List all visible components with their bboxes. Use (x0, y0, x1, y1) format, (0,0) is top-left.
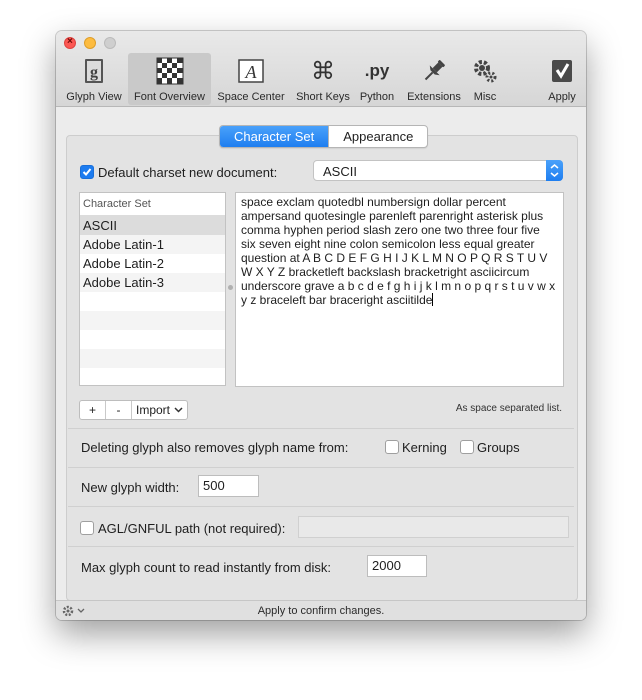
text-caret (432, 293, 434, 306)
charset-select-value: ASCII (323, 164, 357, 179)
python-icon: .py (365, 61, 390, 80)
divider (68, 428, 574, 429)
toolbar-apply[interactable]: Apply (540, 53, 584, 105)
svg-text:g: g (90, 64, 98, 81)
toolbar-glyph-view[interactable]: g Glyph View (60, 53, 128, 105)
chevron-updown-icon (546, 160, 563, 181)
preferences-window: × g Glyph View Font Overview A Space Cen… (56, 31, 586, 620)
list-button-bar: + - Import (79, 400, 189, 420)
checkmark-icon (82, 168, 92, 176)
toolbar-font-overview[interactable]: Font Overview (128, 53, 211, 105)
space-center-icon: A (238, 59, 264, 83)
toolbar-label: Glyph View (66, 91, 122, 103)
list-empty-row (80, 330, 225, 349)
agl-path-checkbox[interactable] (80, 521, 94, 535)
list-empty-row (80, 292, 225, 311)
toolbar-short-keys[interactable]: ⌘ Short Keys (292, 53, 354, 105)
toolbar-label: Short Keys (296, 91, 350, 103)
kerning-checkbox[interactable] (385, 440, 399, 454)
toolbar-label: Misc (473, 91, 497, 103)
toolbar-label: Space Center (217, 91, 285, 103)
textarea-line: underscore grave a b c d e f g h i j k l… (241, 279, 556, 293)
toolbar-misc[interactable]: Misc (464, 53, 506, 105)
divider (68, 467, 574, 468)
add-charset-button[interactable]: + (80, 401, 106, 419)
textarea-line: ampersand quotesingle parenleft parenrig… (241, 209, 544, 223)
agl-path-input[interactable] (298, 516, 569, 538)
charset-list-header: Character Set (80, 193, 225, 216)
toolbar-space-center[interactable]: A Space Center (212, 53, 290, 105)
charset-glyph-names-textarea[interactable]: space exclam quotedbl numbersign dollar … (235, 192, 564, 387)
close-window-button[interactable]: × (64, 36, 76, 49)
textarea-line: comma hyphen period slash zero one two t… (241, 223, 540, 237)
pin-icon (424, 60, 445, 81)
max-glyph-count-input[interactable]: 2000 (367, 555, 427, 577)
charset-list: Character Set ASCII Adobe Latin-1 Adobe … (79, 192, 226, 386)
divider (68, 506, 574, 507)
groups-label: Groups (477, 440, 520, 455)
max-glyph-count-label: Max glyph count to read instantly from d… (81, 560, 332, 575)
toolbar-label: Extensions (407, 91, 461, 103)
toolbar-label: Font Overview (134, 91, 205, 103)
import-label: Import (136, 403, 171, 417)
list-item[interactable]: Adobe Latin-1 (80, 235, 225, 254)
toolbar-extensions[interactable]: Extensions (402, 53, 466, 105)
title-bar-toolbar: × g Glyph View Font Overview A Space Cen… (56, 31, 586, 107)
charset-select[interactable]: ASCII (313, 160, 563, 181)
list-item[interactable]: Adobe Latin-3 (80, 273, 225, 292)
textarea-line: question at A B C D E F G H I J K L M N … (241, 251, 548, 265)
list-item[interactable]: Adobe Latin-2 (80, 254, 225, 273)
list-empty-row (80, 349, 225, 368)
tab-appearance[interactable]: Appearance (328, 126, 427, 147)
svg-text:.py: .py (365, 61, 390, 80)
default-charset-checkbox[interactable] (80, 165, 94, 179)
gears-icon (474, 60, 497, 83)
font-overview-icon (156, 57, 183, 85)
zoom-window-button[interactable] (104, 37, 116, 49)
command-key-icon: ⌘ (311, 57, 335, 85)
groups-checkbox[interactable] (460, 440, 474, 454)
textarea-line: y z braceleft bar braceright asciitilde (241, 293, 433, 307)
apply-check-icon (552, 60, 572, 82)
close-icon: × (67, 36, 73, 47)
minimize-window-button[interactable] (84, 37, 96, 49)
status-bar: Apply to confirm changes. (56, 600, 586, 620)
list-format-hint: As space separated list. (455, 403, 562, 414)
remove-charset-button[interactable]: - (106, 401, 132, 419)
agl-path-label: AGL/GNFUL path (not required): (98, 521, 286, 536)
toolbar-label: Python (359, 91, 395, 103)
tab-control: Character Set Appearance (219, 125, 429, 148)
textarea-line: space exclam quotedbl numbersign dollar … (241, 195, 506, 209)
kerning-label: Kerning (402, 440, 447, 455)
glyph-view-icon: g (85, 59, 103, 83)
svg-text:⌘: ⌘ (311, 57, 335, 85)
textarea-line: six seven eight nine colon semicolon les… (241, 237, 535, 251)
toolbar-python[interactable]: .py Python (354, 53, 400, 105)
deleting-glyph-label: Deleting glyph also removes glyph name f… (81, 440, 349, 455)
chevron-down-icon (174, 407, 183, 413)
import-popup-button[interactable]: Import (132, 401, 187, 419)
toolbar-label: Apply (548, 91, 576, 103)
list-empty-row (80, 311, 225, 330)
new-glyph-width-input[interactable]: 500 (198, 475, 259, 497)
textarea-line: W X Y Z bracketleft backslash bracketrig… (241, 265, 530, 279)
new-glyph-width-label: New glyph width: (81, 480, 180, 495)
default-charset-label: Default charset new document: (98, 165, 278, 180)
list-item[interactable]: ASCII (80, 216, 225, 235)
divider (68, 546, 574, 547)
status-message: Apply to confirm changes. (257, 605, 385, 617)
svg-text:A: A (245, 62, 258, 82)
split-view-handle[interactable] (228, 285, 233, 290)
tab-character-set[interactable]: Character Set (220, 126, 329, 147)
